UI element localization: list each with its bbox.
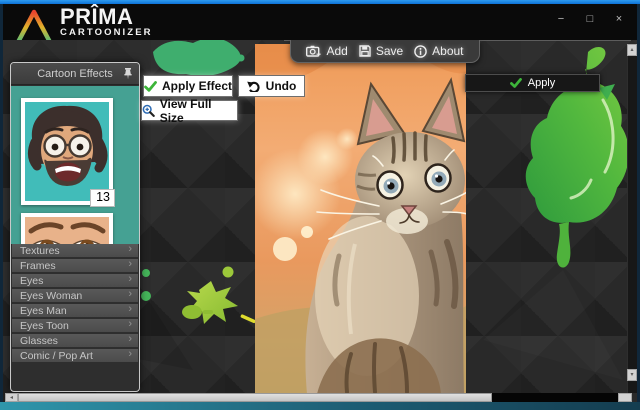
- undo-arrow-icon: [247, 80, 261, 92]
- item-label: Eyes: [20, 275, 43, 287]
- about-label: About: [432, 44, 463, 58]
- sidebar-item-glasses[interactable]: Glasses ›: [12, 334, 138, 347]
- scrollbar-corner: [618, 393, 632, 402]
- pushpin-icon[interactable]: [123, 67, 133, 80]
- effect-number-badge: 13: [90, 189, 115, 207]
- item-label: Glasses: [20, 335, 58, 347]
- main-toolbar: Add Save About: [290, 40, 480, 63]
- item-label: Comic / Pop Art: [20, 350, 93, 362]
- green-check-icon: [144, 81, 157, 92]
- item-label: Frames: [20, 260, 56, 272]
- camera-plus-icon: [306, 45, 321, 57]
- view-full-size-button[interactable]: View Full Size: [141, 100, 238, 121]
- window-controls: − □ ×: [555, 10, 625, 28]
- effect-thumbnail-eyes[interactable]: [21, 213, 113, 244]
- cartoon-man-thumbnail: [25, 102, 109, 201]
- sidebar-item-eyes-toon[interactable]: Eyes Toon ›: [12, 319, 138, 332]
- minimize-button[interactable]: −: [555, 10, 567, 28]
- horizontal-scrollbar[interactable]: ◂ ▸: [5, 393, 632, 402]
- sidebar-title: Cartoon Effects: [37, 68, 113, 80]
- scroll-up-button[interactable]: ▴: [627, 44, 637, 56]
- sidebar-item-eyes-man[interactable]: Eyes Man ›: [12, 304, 138, 317]
- sidebar-header[interactable]: Cartoon Effects: [11, 63, 139, 85]
- sidebar-item-eyes-woman[interactable]: Eyes Woman ›: [12, 289, 138, 302]
- about-button[interactable]: About: [414, 44, 463, 58]
- view-full-size-label: View Full Size: [160, 97, 237, 125]
- horizontal-scrollbar-thumb[interactable]: [18, 393, 492, 402]
- chevron-right-icon: ›: [128, 348, 132, 360]
- effect-thumbnail-selected[interactable]: 13: [21, 98, 113, 205]
- eyes-thumbnail: [25, 217, 109, 244]
- undo-button[interactable]: Undo: [238, 75, 305, 97]
- save-label: Save: [376, 44, 403, 58]
- zoom-in-magnifier-icon: [142, 104, 155, 117]
- chevron-right-icon: ›: [128, 273, 132, 285]
- chevron-right-icon: ›: [128, 303, 132, 315]
- save-button[interactable]: Save: [359, 44, 403, 58]
- info-circle-icon: [414, 45, 427, 58]
- maximize-button[interactable]: □: [584, 10, 596, 28]
- apply-label: Apply: [528, 77, 556, 89]
- item-label: Textures: [20, 245, 60, 257]
- chevron-right-icon: ›: [128, 318, 132, 330]
- green-check-icon: [510, 78, 522, 88]
- sidebar-item-textures[interactable]: Textures ›: [12, 244, 138, 257]
- sidebar-item-comic-pop-art[interactable]: Comic / Pop Art ›: [12, 349, 138, 362]
- horizontal-scrollbar-track[interactable]: [492, 393, 619, 402]
- chevron-right-icon: ›: [128, 243, 132, 255]
- effect-thumbnails: 13: [11, 86, 139, 244]
- item-label: Eyes Toon: [20, 320, 69, 332]
- apply-effect-button[interactable]: Apply Effect: [143, 75, 233, 97]
- titlebar: PRÎMA CARTOONIZER − □ ×: [3, 4, 637, 40]
- app-window: PRÎMA CARTOONIZER − □ ×: [0, 0, 640, 410]
- item-label: Eyes Woman: [20, 290, 82, 302]
- floppy-disk-icon: [359, 45, 371, 57]
- effects-sidebar: Cartoon Effects: [10, 62, 140, 392]
- chevron-right-icon: ›: [128, 333, 132, 345]
- vertical-scrollbar[interactable]: ▴ ▾: [627, 44, 637, 393]
- undo-label: Undo: [266, 79, 297, 93]
- scroll-left-button[interactable]: ◂: [5, 393, 18, 402]
- window-border-bottom: [0, 402, 640, 410]
- sidebar-item-frames[interactable]: Frames ›: [12, 259, 138, 272]
- item-label: Eyes Man: [20, 305, 67, 317]
- brand-name: PRÎMA: [60, 6, 153, 28]
- add-button[interactable]: Add: [306, 44, 347, 58]
- sidebar-item-eyes[interactable]: Eyes ›: [12, 274, 138, 287]
- chevron-right-icon: ›: [128, 288, 132, 300]
- brand-subtitle: CARTOONIZER: [60, 27, 153, 38]
- workspace: Add Save About: [3, 40, 637, 402]
- apply-effect-label: Apply Effect: [162, 79, 232, 93]
- chevron-right-icon: ›: [128, 258, 132, 270]
- close-button[interactable]: ×: [613, 10, 625, 28]
- apply-button[interactable]: Apply: [465, 74, 600, 92]
- effect-categories-list: Textures › Frames › Eyes › Eyes Woman › Eyes…: [12, 244, 138, 364]
- add-label: Add: [326, 44, 347, 58]
- scroll-down-button[interactable]: ▾: [627, 369, 637, 381]
